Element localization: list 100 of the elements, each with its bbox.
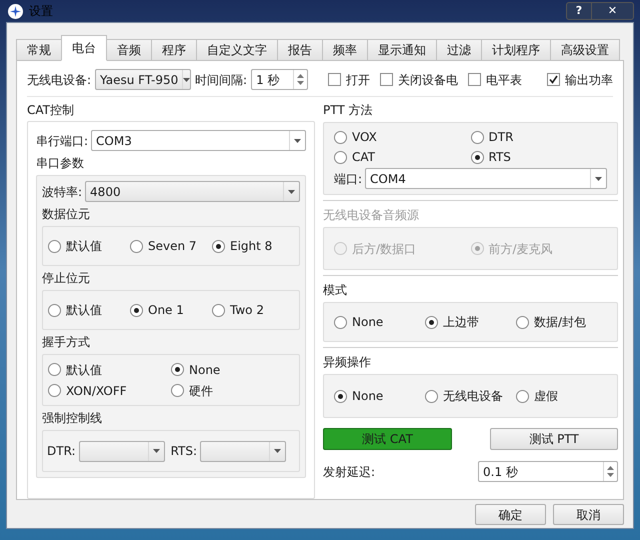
- dropdown-value: Yaesu FT-950: [99, 72, 180, 88]
- dropdown[interactable]: COM3: [91, 130, 306, 151]
- checkbox[interactable]: [328, 73, 342, 86]
- tab[interactable]: 计划程序: [481, 39, 551, 61]
- checkbox-label: 输出功率: [565, 72, 613, 88]
- radio-button[interactable]: [171, 384, 184, 397]
- spin-value: 0.1 秒: [482, 464, 519, 480]
- group-title: CAT控制: [27, 102, 75, 119]
- radio-button[interactable]: [48, 240, 61, 252]
- radio-button[interactable]: [171, 363, 184, 376]
- dropdown-value: 4800: [89, 184, 122, 200]
- radio-label: 默认值: [66, 362, 102, 378]
- group-title: PTT 方法: [323, 102, 374, 119]
- tab[interactable]: 报告: [277, 39, 323, 61]
- tab[interactable]: 音频: [106, 39, 152, 61]
- spin-arrows-icon: [603, 462, 617, 481]
- radio-button[interactable]: [334, 316, 347, 328]
- radio-label: None: [189, 362, 220, 378]
- tab[interactable]: 频率: [322, 39, 368, 61]
- tab[interactable]: 程序: [151, 39, 197, 61]
- tab[interactable]: 过滤: [436, 39, 482, 61]
- radio-button[interactable]: [48, 363, 61, 376]
- group-title: 串口参数: [36, 155, 85, 172]
- radio-label: 后方/数据口: [352, 240, 416, 258]
- field-label: 串行端口:: [36, 132, 88, 150]
- radio-button[interactable]: [212, 304, 225, 316]
- group-title: 异频操作: [323, 354, 372, 371]
- dropdown[interactable]: COM4: [365, 168, 607, 189]
- radio-button[interactable]: [470, 130, 484, 144]
- radio-label: DTR: [488, 129, 514, 146]
- radio-button[interactable]: [48, 384, 61, 397]
- field-label: 发射延迟:: [323, 464, 376, 480]
- radio-label: 默认值: [66, 302, 102, 319]
- dropdown[interactable]: 4800: [85, 181, 300, 202]
- spin-value: 1 秒: [255, 72, 281, 88]
- group-title: 停止位元: [42, 270, 91, 287]
- radio-label: 硬件: [189, 382, 213, 400]
- radio-label: RTS: [488, 149, 511, 166]
- caret-icon: [182, 70, 190, 89]
- checkbox[interactable]: [380, 73, 394, 86]
- dropdown[interactable]: [200, 440, 286, 462]
- radio-button[interactable]: [334, 390, 347, 402]
- radio-label: One 1: [148, 302, 184, 319]
- radio-button[interactable]: [516, 316, 529, 328]
- group-title: 强制控制线: [42, 410, 103, 427]
- radio-label: None: [352, 388, 384, 405]
- dropdown[interactable]: [78, 440, 165, 462]
- tab[interactable]: 高级设置: [550, 39, 620, 61]
- tab[interactable]: 电台: [61, 35, 107, 61]
- radio-label: 前方/麦克风: [488, 240, 553, 258]
- radio-button[interactable]: [48, 304, 61, 316]
- window-title: 设置: [29, 3, 53, 20]
- radio-label: Two 2: [230, 302, 264, 319]
- radio-button[interactable]: [130, 240, 143, 252]
- radio-label: 默认值: [66, 238, 102, 255]
- dialog-button[interactable]: 取消: [553, 504, 624, 525]
- spin-field[interactable]: 1 秒: [251, 69, 308, 90]
- radio-button[interactable]: [516, 390, 529, 402]
- radio-button[interactable]: [130, 304, 143, 316]
- radio-button[interactable]: [470, 150, 484, 164]
- dialog-button[interactable]: 确定: [475, 504, 546, 525]
- checkbox-label: 电平表: [486, 72, 522, 88]
- checkbox-label: 打开: [346, 72, 370, 88]
- radio-button[interactable]: [212, 240, 225, 252]
- dropdown-value: COM3: [95, 132, 133, 150]
- app-icon: [8, 4, 23, 18]
- radio-label: Seven 7: [148, 238, 197, 255]
- spin-field[interactable]: 0.1 秒: [478, 461, 618, 482]
- group-title: 数据位元: [42, 206, 91, 223]
- test-ptt-button[interactable]: 测试 PTT: [490, 428, 618, 450]
- field-label: 无线电设备:: [27, 72, 92, 88]
- tab[interactable]: 显示通知: [367, 39, 437, 61]
- checkbox[interactable]: [468, 73, 482, 86]
- close-button[interactable]: ✕: [592, 2, 634, 20]
- tab[interactable]: 常规: [16, 39, 62, 61]
- field-label: DTR:: [47, 443, 76, 460]
- checkbox[interactable]: [547, 73, 560, 86]
- radio-button[interactable]: [425, 316, 438, 328]
- radio-label: 无线电设备: [443, 388, 503, 405]
- field-label: 时间间隔:: [195, 72, 248, 88]
- radio-button[interactable]: [334, 130, 347, 144]
- group-title: 模式: [323, 282, 348, 299]
- tab[interactable]: 自定义文字: [196, 39, 278, 61]
- checkbox-label: 关闭设备电: [398, 72, 458, 88]
- radio-label: Eight 8: [230, 238, 272, 255]
- radio-label: 上边带: [443, 314, 479, 331]
- radio-button[interactable]: [425, 390, 438, 402]
- group-title: 握手方式: [42, 334, 91, 351]
- dropdown-value: COM4: [369, 170, 407, 188]
- test-cat-button[interactable]: 测试 CAT: [323, 428, 452, 450]
- radio-label: CAT: [352, 149, 375, 166]
- radio-label: None: [352, 314, 384, 331]
- radio-button[interactable]: [334, 150, 347, 164]
- radio-label: XON/XOFF: [66, 382, 127, 400]
- dropdown[interactable]: Yaesu FT-950: [95, 69, 192, 90]
- help-button[interactable]: ?: [566, 2, 592, 20]
- group-title: 无线电设备音频源: [323, 207, 420, 224]
- field-label: RTS:: [170, 443, 198, 460]
- field-label: 端口:: [334, 170, 362, 188]
- field-label: 波特率:: [42, 184, 82, 200]
